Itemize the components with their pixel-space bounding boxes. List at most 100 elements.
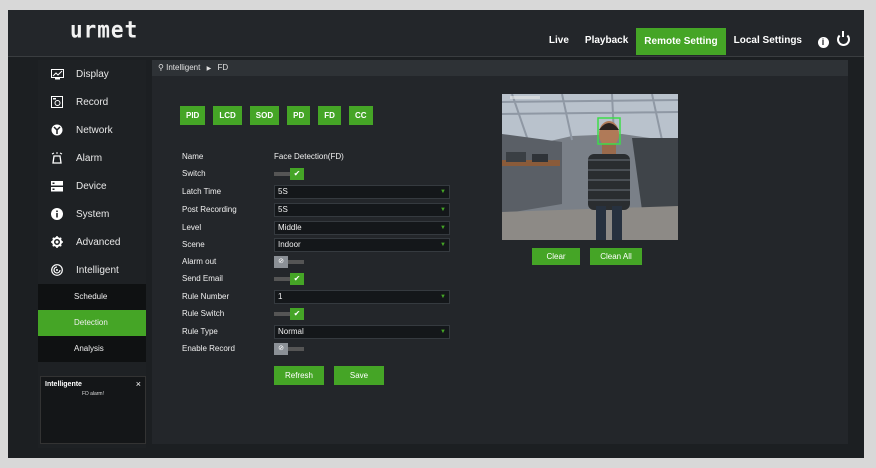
sidebar-item-record[interactable]: Record — [38, 88, 146, 116]
nav-playback[interactable]: Playback — [577, 29, 636, 53]
switch-label: Switch — [182, 169, 206, 178]
save-button[interactable]: Save — [334, 366, 384, 385]
disabled-icon: ⊘ — [274, 343, 288, 355]
post-recording-select[interactable]: 5S ▼ — [274, 203, 450, 217]
gear-icon — [50, 236, 64, 248]
sidebar-item-device[interactable]: Device — [38, 172, 146, 200]
latch-time-select[interactable]: 5S ▼ — [274, 185, 450, 199]
alarm-icon — [50, 152, 64, 164]
breadcrumb: ⚲ Intelligent ▶ FD — [152, 60, 848, 76]
tab-lcd[interactable]: LCD — [213, 106, 242, 125]
popup-title: Intelligente — [45, 381, 82, 388]
name-value: Face Detection(FD) — [274, 152, 344, 161]
chevron-down-icon: ▼ — [440, 294, 446, 300]
rule-type-value: Normal — [278, 327, 304, 336]
system-info-icon — [50, 208, 64, 220]
check-icon: ✔ — [290, 308, 304, 320]
sidebar-item-intelligent[interactable]: Intelligent — [38, 256, 146, 284]
level-select[interactable]: Middle ▼ — [274, 221, 450, 235]
chevron-down-icon: ▼ — [440, 189, 446, 195]
sidebar-item-network[interactable]: Network — [38, 116, 146, 144]
rule-switch-toggle[interactable]: ✔ — [274, 308, 304, 320]
row-rule-switch: Rule Switch ✔ — [182, 307, 472, 324]
check-icon: ✔ — [290, 168, 304, 180]
info-icon[interactable]: i — [816, 34, 830, 48]
send-email-toggle[interactable]: ✔ — [274, 273, 304, 285]
sidebar-item-label: Alarm — [76, 152, 103, 164]
sidebar-item-advanced[interactable]: Advanced — [38, 228, 146, 256]
subitem-detection[interactable]: Detection — [38, 310, 146, 336]
row-alarm-out: Alarm out ⊘ — [182, 255, 472, 272]
alarm-out-toggle[interactable]: ⊘ — [274, 256, 304, 268]
power-icon[interactable] — [836, 31, 850, 49]
row-level: Level Middle ▼ — [182, 221, 472, 238]
camera-image — [502, 94, 678, 240]
switch-toggle[interactable]: ✔ — [274, 168, 304, 180]
enable-record-toggle[interactable]: ⊘ — [274, 343, 304, 355]
row-scene: Scene Indoor ▼ — [182, 238, 472, 255]
detection-tabs: PID LCD SOD PD FD CC — [180, 106, 373, 125]
network-icon — [50, 124, 64, 136]
subitem-schedule[interactable]: Schedule — [38, 284, 146, 310]
refresh-button[interactable]: Refresh — [274, 366, 324, 385]
scene-value: Indoor — [278, 240, 301, 249]
chevron-down-icon: ▼ — [440, 207, 446, 213]
row-name: Name Face Detection(FD) — [182, 150, 472, 167]
breadcrumb-current: FD — [217, 63, 229, 72]
latch-time-value: 5S — [278, 187, 288, 196]
chevron-down-icon: ▼ — [440, 329, 446, 335]
rule-type-label: Rule Type — [182, 327, 218, 336]
rule-type-select[interactable]: Normal ▼ — [274, 325, 450, 339]
chevron-down-icon: ▼ — [440, 242, 446, 248]
scene-select[interactable]: Indoor ▼ — [274, 238, 450, 252]
top-bar: urmet Live Playback Remote Setting Local… — [8, 10, 864, 57]
nav-local-settings[interactable]: Local Settings — [726, 29, 810, 53]
sidebar-item-system[interactable]: System — [38, 200, 146, 228]
rule-number-select[interactable]: 1 ▼ — [274, 290, 450, 304]
tab-fd[interactable]: FD — [318, 106, 341, 125]
nav-live[interactable]: Live — [541, 29, 577, 53]
sidebar-item-label: Intelligent — [76, 264, 119, 276]
subitem-analysis[interactable]: Analysis — [38, 336, 146, 362]
tab-pd[interactable]: PD — [287, 106, 311, 125]
intelligent-icon — [50, 264, 64, 276]
latch-time-label: Latch Time — [182, 187, 222, 196]
rule-switch-label: Rule Switch — [182, 309, 225, 318]
display-icon — [50, 68, 64, 80]
nav-remote-setting[interactable]: Remote Setting — [636, 27, 726, 55]
close-icon[interactable]: × — [136, 379, 141, 389]
sidebar-item-label: Display — [76, 68, 109, 80]
level-label: Level — [182, 223, 202, 232]
sidebar-item-display[interactable]: Display — [38, 60, 146, 88]
row-send-email: Send Email ✔ — [182, 272, 472, 289]
post-recording-value: 5S — [278, 205, 288, 214]
row-switch: Switch ✔ — [182, 167, 472, 184]
sidebar-item-alarm[interactable]: Alarm — [38, 144, 146, 172]
record-icon — [50, 96, 64, 108]
sidebar-item-label: Record — [76, 96, 109, 108]
clear-button[interactable]: Clear — [532, 248, 580, 265]
main-nav: Live Playback Remote Setting Local Setti… — [541, 10, 850, 56]
chevron-down-icon: ▼ — [440, 225, 446, 231]
disabled-icon: ⊘ — [274, 256, 288, 268]
level-value: Middle — [278, 223, 302, 232]
name-label: Name — [182, 152, 204, 161]
check-icon: ✔ — [290, 273, 304, 285]
breadcrumb-root[interactable]: Intelligent — [166, 63, 200, 72]
clean-all-button[interactable]: Clean All — [590, 248, 642, 265]
row-post-recording: Post Recording 5S ▼ — [182, 203, 472, 220]
location-icon: ⚲ — [158, 63, 164, 72]
app-window: urmet Live Playback Remote Setting Local… — [8, 10, 864, 458]
tab-pid[interactable]: PID — [180, 106, 206, 125]
tab-cc[interactable]: CC — [348, 106, 373, 125]
tab-sod[interactable]: SOD — [249, 106, 280, 125]
camera-preview[interactable] — [502, 94, 678, 240]
scene-label: Scene — [182, 240, 205, 249]
device-icon — [50, 180, 64, 192]
send-email-label: Send Email — [182, 274, 223, 283]
urmet-logo: urmet — [70, 16, 139, 44]
post-recording-label: Post Recording — [182, 205, 237, 214]
breadcrumb-separator-icon: ▶ — [206, 66, 212, 72]
sidebar: Display Record Network Alarm Device Syst… — [38, 60, 146, 448]
sidebar-item-label: Network — [76, 124, 113, 136]
